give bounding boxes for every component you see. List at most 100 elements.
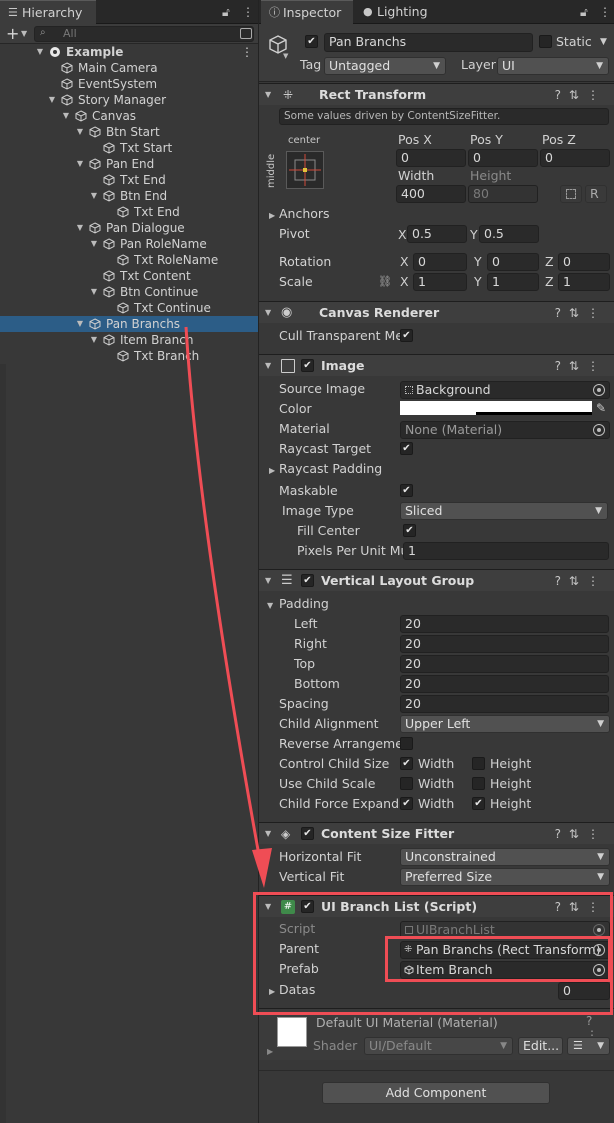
component-actions[interactable]: ?⇅⋮	[555, 302, 607, 324]
vlg-enabled-checkbox[interactable]: ✔	[301, 574, 314, 587]
inspector-more-icon[interactable]: ⋮	[599, 0, 611, 24]
vertical-fit-dropdown[interactable]: Preferred Size ▼	[400, 868, 610, 886]
scale-z-input[interactable]: 1	[558, 273, 610, 291]
image-header[interactable]: ▼ ✔ Image ?⇅⋮	[259, 354, 614, 376]
hierarchy-item[interactable]: Txt Start	[0, 140, 258, 156]
hierarchy-item[interactable]: Main Camera	[0, 60, 258, 76]
hierarchy-search-input[interactable]: All	[34, 26, 254, 42]
hierarchy-item[interactable]: ▼ Item Branch	[0, 332, 258, 348]
scene-more-icon[interactable]: ⋮	[241, 44, 253, 60]
hierarchy-item[interactable]: Txt RoleName	[0, 252, 258, 268]
image-enabled-checkbox[interactable]: ✔	[301, 359, 314, 372]
hierarchy-item[interactable]: Txt End	[0, 204, 258, 220]
fill-center-checkbox[interactable]: ✔	[403, 524, 416, 537]
lock-icon[interactable]: 🔓︎	[222, 0, 230, 24]
csf-enabled-checkbox[interactable]: ✔	[301, 827, 314, 840]
raw-edit-button[interactable]: R	[585, 185, 607, 203]
more-options-icon[interactable]: ⋮	[242, 0, 254, 24]
hierarchy-item[interactable]: ▼ Pan Dialogue	[0, 220, 258, 236]
expand-chevron-icon[interactable]: ▼	[89, 332, 99, 348]
cfe-width-checkbox[interactable]: ✔	[400, 797, 413, 810]
hierarchy-item[interactable]: Txt Branch	[0, 348, 258, 364]
hierarchy-item[interactable]: ▼ Pan Branchs	[0, 316, 258, 332]
hierarchy-item[interactable]: Txt End	[0, 172, 258, 188]
tag-dropdown[interactable]: Untagged ▼	[324, 57, 446, 75]
static-chevron-icon[interactable]: ▼	[600, 37, 607, 47]
padding-label[interactable]: Padding	[279, 595, 329, 613]
rect-transform-header[interactable]: ▼ ⁜ Rect Transform ?⇅⋮	[259, 83, 614, 105]
expand-chevron-icon[interactable]: ▼	[89, 284, 99, 300]
rot-z-input[interactable]: 0	[558, 253, 610, 271]
expand-chevron-icon[interactable]: ▼	[75, 124, 85, 140]
icon-picker-chevron-icon[interactable]: ▼	[283, 52, 288, 60]
blueprint-mode-button[interactable]	[560, 185, 582, 203]
pivot-x-input[interactable]: 0.5	[407, 225, 467, 243]
padding-bottom-input[interactable]: 20	[400, 675, 609, 693]
object-picker-icon[interactable]	[593, 424, 605, 436]
source-image-field[interactable]: Background	[400, 381, 610, 399]
reverse-arrangement-checkbox[interactable]	[400, 737, 413, 750]
fold-chevron-icon[interactable]: ▼	[265, 570, 271, 592]
material-field[interactable]: None (Material)	[400, 421, 610, 439]
hierarchy-item[interactable]: Txt Continue	[0, 300, 258, 316]
static-checkbox[interactable]	[539, 35, 552, 48]
anchors-label[interactable]: Anchors	[279, 205, 330, 223]
posy-input[interactable]: 0	[468, 149, 538, 167]
inspector-lock-icon[interactable]: 🔓︎	[580, 0, 588, 24]
image-type-dropdown[interactable]: Sliced ▼	[400, 502, 608, 520]
layer-dropdown[interactable]: UI ▼	[497, 57, 609, 75]
fold-chevron-icon[interactable]: ▼	[265, 823, 271, 845]
add-dropdown-chevron-icon[interactable]: ▼	[21, 24, 27, 44]
tab-hierarchy[interactable]: ☰ Hierarchy	[0, 0, 96, 24]
color-swatch[interactable]	[400, 401, 592, 415]
object-name-input[interactable]: Pan Branchs	[324, 33, 533, 52]
expand-chevron-icon[interactable]: ▼	[35, 44, 45, 60]
content-size-fitter-header[interactable]: ▼ ◈ ✔ Content Size Fitter ?⇅⋮	[259, 822, 614, 844]
component-actions[interactable]: ?⇅⋮	[555, 570, 607, 592]
fold-chevron-icon[interactable]: ▼	[265, 355, 271, 377]
expand-chevron-icon[interactable]: ▼	[89, 188, 99, 204]
spacing-input[interactable]: 20	[400, 695, 609, 713]
ccs-width-checkbox[interactable]: ✔	[400, 757, 413, 770]
cull-transparent-checkbox[interactable]: ✔	[400, 329, 413, 342]
raycast-padding-label[interactable]: Raycast Padding	[279, 460, 382, 478]
add-component-button[interactable]: Add Component	[322, 1082, 550, 1104]
scale-y-input[interactable]: 1	[487, 273, 539, 291]
scale-x-input[interactable]: 1	[413, 273, 467, 291]
expand-chevron-icon[interactable]: ▼	[75, 316, 85, 332]
canvas-renderer-header[interactable]: ▼ ◉ Canvas Renderer ?⇅⋮	[259, 301, 614, 323]
eyedropper-icon[interactable]: ✎	[596, 401, 606, 415]
ppu-input[interactable]: 1	[403, 542, 609, 560]
expand-chevron-icon[interactable]: ▼	[61, 108, 71, 124]
rot-y-input[interactable]: 0	[487, 253, 539, 271]
posz-input[interactable]: 0	[540, 149, 610, 167]
expand-chevron-icon[interactable]: ▼	[89, 236, 99, 252]
rot-x-input[interactable]: 0	[413, 253, 467, 271]
maskable-checkbox[interactable]: ✔	[400, 484, 413, 497]
hierarchy-item[interactable]: EventSystem	[0, 76, 258, 92]
hierarchy-item[interactable]: ▼ Btn Continue	[0, 284, 258, 300]
width-input[interactable]: 400	[396, 185, 466, 203]
object-active-checkbox[interactable]: ✔	[305, 35, 318, 48]
edit-shader-button[interactable]: Edit...	[518, 1037, 563, 1055]
hierarchy-item[interactable]: ▼ Story Manager	[0, 92, 258, 108]
tab-inspector[interactable]: ⓘ Inspector	[261, 0, 353, 24]
posx-input[interactable]: 0	[396, 149, 466, 167]
constrain-proportions-icon[interactable]: ⛓	[378, 275, 392, 288]
raycast-target-checkbox[interactable]: ✔	[400, 442, 413, 455]
padding-left-input[interactable]: 20	[400, 615, 609, 633]
padding-foldout-icon[interactable]: ▼	[267, 601, 273, 610]
component-actions[interactable]: ?⇅⋮	[555, 355, 607, 377]
hierarchy-item[interactable]: ▼ Pan RoleName	[0, 236, 258, 252]
expand-chevron-icon[interactable]: ▼	[75, 156, 85, 172]
child-alignment-dropdown[interactable]: Upper Left ▼	[400, 715, 610, 733]
anchors-foldout-icon[interactable]: ▶	[269, 211, 275, 220]
horizontal-fit-dropdown[interactable]: Unconstrained ▼	[400, 848, 610, 866]
padding-right-input[interactable]: 20	[400, 635, 609, 653]
hierarchy-item[interactable]: ▼ Example ⋮	[0, 44, 258, 60]
ccs-height-checkbox[interactable]	[472, 757, 485, 770]
filter-icon[interactable]	[240, 28, 252, 39]
ucs-height-checkbox[interactable]	[472, 777, 485, 790]
material-foldout-icon[interactable]: ▶	[267, 1047, 273, 1056]
shader-dropdown[interactable]: UI/Default ▼	[364, 1037, 513, 1055]
